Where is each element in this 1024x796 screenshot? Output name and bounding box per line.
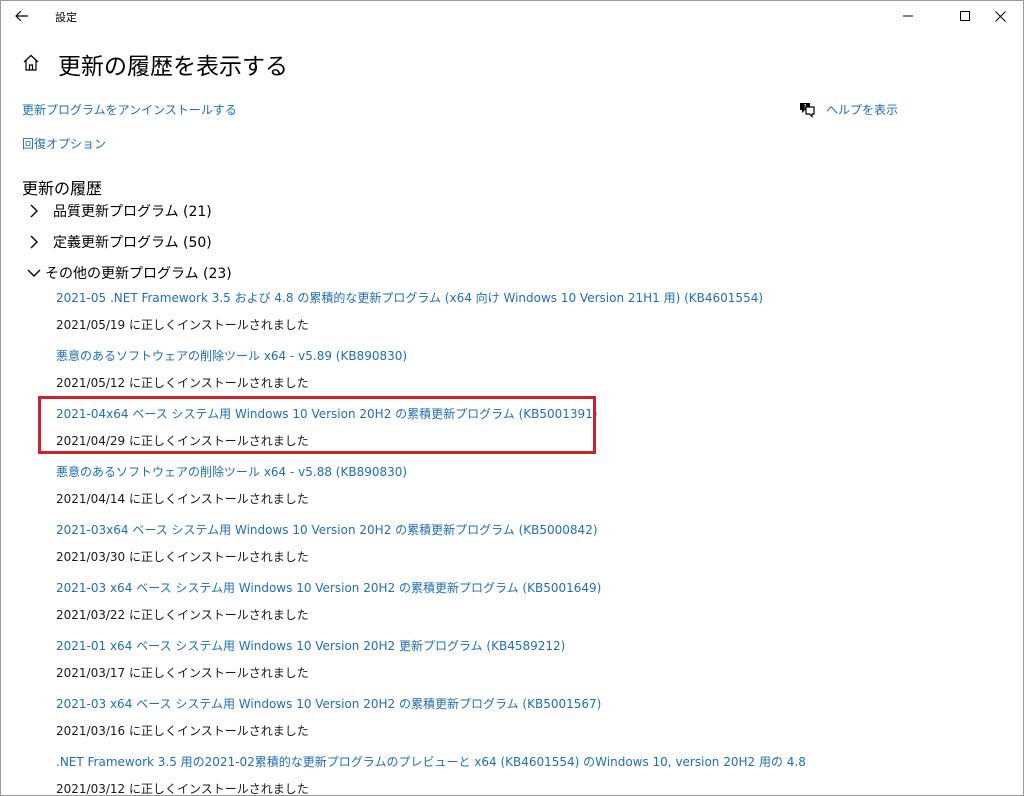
group-label: 品質更新プログラム (21) bbox=[53, 204, 212, 220]
update-status: 2021/04/14 に正しくインストールされました bbox=[56, 492, 309, 506]
update-title-link[interactable]: 悪意のあるソフトウェアの削除ツール x64 - v5.88 (KB890830) bbox=[56, 463, 407, 480]
chevron-right-icon bbox=[30, 204, 38, 218]
group-definition-updates[interactable]: 定義更新プログラム (50) bbox=[27, 232, 212, 252]
group-label: 定義更新プログラム (50) bbox=[53, 235, 212, 251]
update-entry: 悪意のあるソフトウェアの削除ツール x64 - v5.89 (KB890830)… bbox=[56, 347, 407, 391]
update-status: 2021/03/30 に正しくインストールされました bbox=[56, 550, 309, 564]
app-title: 設定 bbox=[55, 11, 77, 24]
help-chat-icon: ? bbox=[800, 103, 815, 118]
update-title-link[interactable]: 悪意のあるソフトウェアの削除ツール x64 - v5.89 (KB890830) bbox=[56, 347, 407, 364]
update-title-link[interactable]: 2021-03x64 ベース システム用 Windows 10 Version … bbox=[56, 521, 598, 538]
settings-window: 設定 更新の履歴を表示する 更新プログラムをアンインストールする 回復オプション bbox=[0, 0, 1024, 796]
recovery-options-link[interactable]: 回復オプション bbox=[22, 135, 106, 152]
help-link-label: ヘルプを表示 bbox=[826, 102, 899, 117]
update-entry: 2021-03 x64 ベース システム用 Windows 10 Version… bbox=[56, 579, 601, 623]
title-bar: 設定 bbox=[1, 1, 1023, 32]
highlight-annotation-box bbox=[38, 396, 596, 454]
home-icon[interactable] bbox=[21, 53, 41, 73]
group-other-updates[interactable]: その他の更新プログラム (23) bbox=[27, 263, 232, 283]
maximize-icon bbox=[960, 11, 970, 21]
group-quality-updates[interactable]: 品質更新プログラム (21) bbox=[27, 201, 212, 221]
close-button[interactable] bbox=[977, 1, 1023, 31]
update-title-link[interactable]: 2021-01 x64 ベース システム用 Windows 10 Version… bbox=[56, 637, 565, 654]
update-status: 2021/05/19 に正しくインストールされました bbox=[56, 318, 309, 332]
minimize-button[interactable] bbox=[885, 1, 931, 31]
update-entry: 2021-05 .NET Framework 3.5 および 4.8 の累積的な… bbox=[56, 289, 763, 333]
history-section-title: 更新の履歴 bbox=[22, 179, 103, 198]
uninstall-updates-link[interactable]: 更新プログラムをアンインストールする bbox=[22, 101, 237, 118]
update-title-link[interactable]: 2021-05 .NET Framework 3.5 および 4.8 の累積的な… bbox=[56, 289, 763, 306]
update-title-link[interactable]: .NET Framework 3.5 用の2021-02累積的な更新プログラムの… bbox=[56, 753, 806, 770]
page-title: 更新の履歴を表示する bbox=[58, 54, 288, 80]
update-entry: 悪意のあるソフトウェアの削除ツール x64 - v5.88 (KB890830)… bbox=[56, 463, 407, 507]
back-arrow-icon bbox=[15, 10, 28, 22]
svg-text:?: ? bbox=[804, 104, 807, 111]
close-icon bbox=[994, 10, 1006, 22]
update-status: 2021/03/12 に正しくインストールされました bbox=[56, 782, 309, 796]
update-title-link[interactable]: 2021-03 x64 ベース システム用 Windows 10 Version… bbox=[56, 579, 601, 596]
chevron-right-icon bbox=[30, 235, 38, 249]
update-status: 2021/03/16 に正しくインストールされました bbox=[56, 724, 309, 738]
group-label: その他の更新プログラム (23) bbox=[45, 266, 232, 282]
update-entry: .NET Framework 3.5 用の2021-02累積的な更新プログラムの… bbox=[56, 753, 806, 796]
update-title-link[interactable]: 2021-03 x64 ベース システム用 Windows 10 Version… bbox=[56, 695, 601, 712]
minimize-icon bbox=[903, 15, 913, 17]
update-status: 2021/03/22 に正しくインストールされました bbox=[56, 608, 309, 622]
update-status: 2021/05/12 に正しくインストールされました bbox=[56, 376, 309, 390]
update-entry: 2021-03x64 ベース システム用 Windows 10 Version … bbox=[56, 521, 598, 565]
help-link[interactable]: ? ヘルプを表示 bbox=[798, 100, 898, 118]
update-entry: 2021-03 x64 ベース システム用 Windows 10 Version… bbox=[56, 695, 601, 739]
update-status: 2021/03/17 に正しくインストールされました bbox=[56, 666, 309, 680]
update-entry: 2021-01 x64 ベース システム用 Windows 10 Version… bbox=[56, 637, 565, 681]
back-button[interactable] bbox=[7, 3, 37, 29]
chevron-down-icon bbox=[27, 269, 41, 277]
